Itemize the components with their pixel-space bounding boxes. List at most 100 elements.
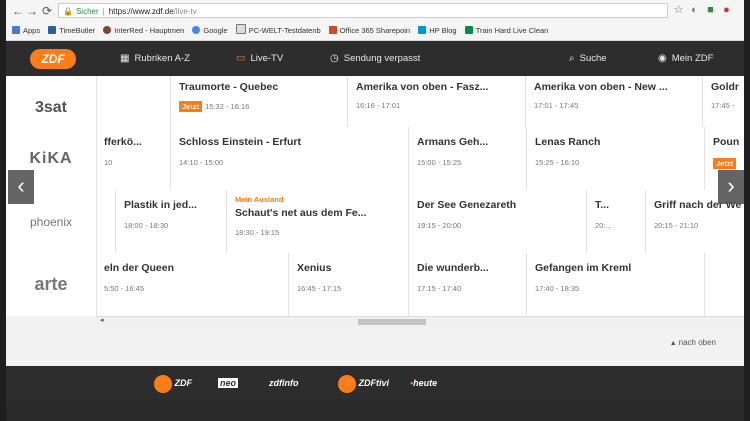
epg-grid: 3sat Traumorte - Quebec Jetzt 15:32 - 16:… — [6, 76, 744, 316]
bookmark-apps[interactable]: Apps — [12, 22, 40, 40]
nav-rubriken[interactable]: ▦ Rubriken A-Z — [120, 41, 190, 76]
program-title: Amerika von oben - New ... — [534, 81, 668, 93]
footer-logo-zdfinfo[interactable]: zdfinfo — [269, 373, 299, 393]
reload-icon[interactable]: ⟳ — [42, 3, 52, 19]
program-cell[interactable]: Die wunderb... 17:15 - 17:40 — [409, 253, 527, 316]
program-time: 5:50 - 16:45 — [104, 284, 145, 293]
url-field[interactable]: 🔒 Sicher | https://www.zdf.de/live-tv — [58, 3, 668, 18]
bookmark-trainhard[interactable]: Train Hard Live Clean — [464, 22, 548, 40]
program-cell[interactable]: Mein Ausland Schaut's net aus dem Fe... … — [227, 190, 409, 253]
scrollbar-thumb[interactable] — [358, 319, 426, 325]
program-time: 15:32 - 16:16 — [205, 102, 250, 111]
program-time: 17:15 - 17:40 — [417, 284, 462, 293]
tv-icon: ▭ — [236, 53, 246, 64]
channel-footer: ZDF neo zdfinfo ZDFtivi •heute — [6, 366, 744, 401]
program-time: 18:30 - 19:15 — [235, 228, 280, 237]
program-time: 14:10 - 15:00 — [179, 158, 224, 167]
program-cell[interactable] — [705, 253, 744, 316]
bookmark-timebutler[interactable]: TimeButler — [48, 22, 95, 40]
program-title: fferkö... — [104, 136, 142, 148]
program-cell[interactable]: T... 20:... — [587, 190, 646, 253]
bookmark-icon — [48, 26, 57, 34]
program-cell[interactable]: Xenius 16:45 - 17:15 — [289, 253, 409, 316]
program-title: Lenas Ranch — [535, 136, 601, 148]
bookmark-pcwelt[interactable]: PC-WELT-Testdatenb — [235, 22, 321, 40]
apps-icon — [12, 26, 20, 34]
channel-logo-arte[interactable]: arte — [6, 253, 97, 316]
bookmark-interred[interactable]: InterRed - Hauptmen — [103, 22, 184, 40]
address-bar-row: ← → ⟳ 🔒 Sicher | https://www.zdf.de/live-tv… — [6, 0, 744, 23]
program-cell[interactable] — [96, 190, 116, 253]
bookmark-office365[interactable]: Office 365 Sharepoin — [328, 22, 410, 40]
now-badge: Jetzt — [179, 101, 203, 112]
channel-row-phoenix: phoenix Plastik in jed... 18:00 - 18:30 … — [6, 190, 744, 254]
program-time: 19:15 - 20:00 — [417, 221, 462, 230]
search-icon: ⌕ — [569, 53, 575, 64]
adblock-icon[interactable]: ● — [720, 4, 733, 17]
grid-icon: ▦ — [120, 53, 130, 64]
nav-livetv[interactable]: ▭ Live-TV — [236, 41, 283, 76]
program-title: Der See Genezareth — [417, 199, 517, 211]
url-path: /live-tv — [173, 7, 197, 16]
program-time: 15:00 - 15:25 — [417, 158, 462, 167]
star-icon[interactable]: ☆ — [672, 4, 685, 17]
program-cell[interactable]: Armans Geh... 15:00 - 15:25 — [409, 127, 527, 190]
footer-logo-zdf[interactable]: ZDF — [154, 373, 192, 393]
nav-verpasst[interactable]: ◷ Sendung verpasst — [330, 41, 420, 76]
nav-suche[interactable]: ⌕ Suche — [569, 41, 607, 76]
scroll-left-button[interactable]: ‹ — [8, 170, 34, 204]
program-category: Mein Ausland — [235, 195, 284, 204]
program-title: Schaut's net aus dem Fe... — [235, 207, 367, 219]
footer-logo-zdftivi[interactable]: ZDFtivi — [338, 373, 389, 393]
program-time: 18:00 - 18:30 — [124, 221, 169, 230]
program-title: T... — [595, 199, 610, 211]
channel-row-arte: arte eln der Queen 5:50 - 16:45 Xenius 1… — [6, 253, 744, 316]
bookmark-icon — [464, 26, 473, 34]
footer-logo-neo[interactable]: neo — [218, 373, 239, 393]
program-time: 20:... — [595, 221, 612, 230]
bookmark-google[interactable]: Google — [192, 22, 228, 40]
extension-icon-2[interactable]: ■ — [704, 4, 717, 17]
zdf-logo[interactable]: ZDF — [30, 49, 76, 69]
caret-up-icon: ▲ — [669, 340, 677, 347]
program-time: 17:01 - 17:45 — [534, 101, 579, 110]
back-icon[interactable]: ← — [12, 3, 24, 19]
office-icon — [328, 26, 337, 34]
forward-icon[interactable]: → — [26, 3, 38, 19]
program-title: Xenius — [297, 262, 332, 274]
google-icon — [192, 26, 201, 34]
epg-horizontal-scrollbar[interactable]: ◂ — [96, 316, 744, 327]
program-cell[interactable]: Der See Genezareth 19:15 - 20:00 — [409, 190, 587, 253]
bookmarks-bar: Apps TimeButler InterRed - Hauptmen Goog… — [6, 22, 744, 41]
program-title: Plastik in jed... — [124, 199, 197, 211]
hp-icon — [418, 26, 427, 34]
program-time: 20:15 - 21:10 — [654, 221, 699, 230]
program-cell[interactable]: Schloss Einstein - Erfurt 14:10 - 15:00 — [171, 127, 409, 190]
scroll-left-arrow-icon[interactable]: ◂ — [100, 316, 104, 324]
program-cell[interactable]: Lenas Ranch 15:25 - 16:10 — [527, 127, 705, 190]
program-cell[interactable]: Gefangen im Kreml 17:40 - 18:35 — [527, 253, 705, 316]
nav-meinzdf[interactable]: ◉ Mein ZDF — [658, 41, 713, 76]
back-to-top-link[interactable]: ▲ nach oben — [670, 338, 716, 347]
footer-band — [6, 401, 744, 421]
program-time: 15:25 - 16:10 — [535, 158, 580, 167]
document-icon — [235, 24, 246, 34]
browser-window: ← → ⟳ 🔒 Sicher | https://www.zdf.de/live-tv… — [6, 0, 744, 421]
clock-icon: ◷ — [330, 53, 339, 64]
url-host: https://www.zdf.de — [108, 7, 174, 16]
bookmark-hpblog[interactable]: HP Blog — [418, 22, 457, 40]
program-cell[interactable]: eln der Queen 5:50 - 16:45 — [96, 253, 289, 316]
program-time: 16:45 - 17:15 — [297, 284, 342, 293]
program-cell[interactable]: fferkö... 10 — [96, 127, 171, 190]
program-time: 10 — [104, 158, 113, 167]
extension-icon[interactable]: ◐ — [688, 4, 701, 17]
program-title: Die wunderb... — [417, 262, 489, 274]
program-title: Schloss Einstein - Erfurt — [179, 136, 301, 148]
program-title: Goldr — [711, 81, 739, 93]
program-cell[interactable]: Plastik in jed... 18:00 - 18:30 — [116, 190, 227, 253]
footer-logo-heute[interactable]: •heute — [410, 373, 437, 393]
program-title: Poun — [713, 136, 740, 148]
program-title: Armans Geh... — [417, 136, 489, 148]
scroll-right-button[interactable]: › — [718, 170, 744, 204]
now-badge: Jetzt — [713, 158, 737, 169]
